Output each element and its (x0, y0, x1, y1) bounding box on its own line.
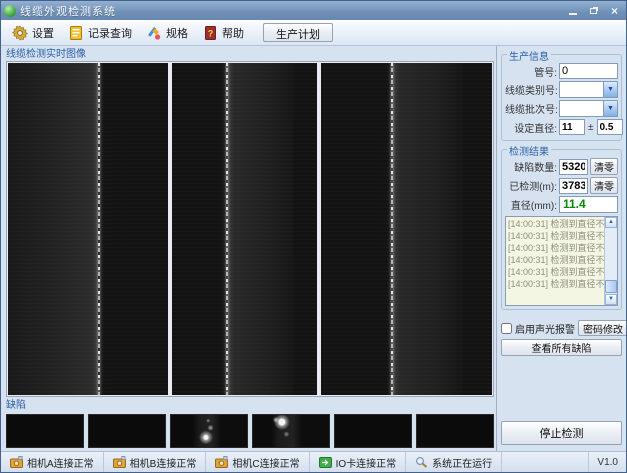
scroll-up-icon[interactable]: ▲ (605, 217, 617, 228)
camera-icon (113, 456, 126, 468)
status-bar: 相机A连接正常 相机B连接正常 相机C连接正常 IO卡连接正常 系统正在运行 V… (1, 451, 626, 472)
toolbar-item-help[interactable]: ? 帮助 (197, 23, 249, 43)
toolbar-item-settings[interactable]: 设置 (7, 23, 59, 43)
io-card-icon (319, 457, 332, 468)
live-view-label: 线缆检测实时图像 (6, 48, 494, 61)
stop-detection-button[interactable]: 停止检测 (501, 421, 622, 445)
defect-thumbnail[interactable] (334, 414, 412, 448)
status-label: 系统正在运行 (432, 455, 492, 470)
change-password-button[interactable]: 密码修改 (578, 320, 627, 336)
status-label: 相机A连接正常 (27, 455, 94, 470)
status-label: 相机B连接正常 (130, 455, 197, 470)
tube-number-input[interactable] (559, 63, 618, 79)
window-title: 线缆外观检测系统 (20, 3, 564, 19)
app-icon (4, 5, 16, 17)
defect-count-label: 缺陷数量: (505, 159, 557, 174)
svg-text:?: ? (208, 28, 214, 38)
help-book-icon: ? (202, 25, 218, 41)
detection-results-group: 检测结果 缺陷数量: 清零 已检测(m): 清零 直径(mm): 11.4 (501, 149, 622, 310)
chevron-down-icon[interactable]: ▼ (603, 82, 617, 97)
control-panel: 生产信息 管号: 线缆类别号: ▼ 线缆批次号: ▼ 设定直径: ± (496, 46, 626, 451)
toolbar-item-records[interactable]: 记录查询 (63, 23, 137, 43)
log-entry: [14:00:31] 检测到直径不合格 (508, 242, 602, 254)
defect-thumbnail[interactable] (170, 414, 248, 448)
cable-batch-label: 线缆批次号: (505, 101, 557, 116)
defect-thumbnail[interactable] (88, 414, 166, 448)
chevron-down-icon[interactable]: ▼ (603, 101, 617, 116)
status-system-running: 系统正在运行 (406, 452, 502, 472)
live-view-panel: 线缆检测实时图像 缺陷 (1, 46, 496, 451)
toolbar-label: 记录查询 (88, 25, 132, 41)
measured-length-input[interactable] (559, 178, 588, 194)
production-info-group: 生产信息 管号: 线缆类别号: ▼ 线缆批次号: ▼ 设定直径: ± (501, 54, 622, 141)
defect-strip-label: 缺陷 (6, 399, 494, 412)
log-entry: [14:00:31] 检测到直径不合格 (508, 266, 602, 278)
status-label: IO卡连接正常 (336, 455, 397, 470)
scroll-down-icon[interactable]: ▼ (605, 294, 617, 305)
measured-length-label: 已检测(m): (505, 178, 557, 193)
restore-button[interactable] (585, 4, 602, 17)
status-io-card: IO卡连接正常 (310, 452, 407, 472)
detection-results-title: 检测结果 (507, 143, 551, 158)
set-diameter-input[interactable] (559, 119, 585, 135)
log-entry: [14:00:31] 检测到直径不合格 (508, 278, 602, 290)
toolbar: 设置 记录查询 规格 ? 帮助 生产计划 (1, 20, 626, 46)
defect-thumbnail[interactable] (252, 414, 330, 448)
view-all-defects-button[interactable]: 查看所有缺陷 (501, 339, 622, 356)
gear-icon (12, 25, 28, 41)
magnifier-icon (415, 456, 428, 468)
production-info-title: 生产信息 (507, 48, 551, 63)
status-camera-b: 相机B连接正常 (104, 452, 207, 472)
production-plan-button[interactable]: 生产计划 (263, 23, 333, 42)
alarm-row: 启用声光报警 密码修改 (501, 320, 622, 336)
status-camera-a: 相机A连接正常 (1, 452, 104, 472)
camera-view-c (321, 63, 492, 395)
status-label: 相机C连接正常 (232, 455, 299, 470)
close-button[interactable]: × (606, 4, 623, 17)
diameter-value: 11.4 (559, 196, 618, 213)
set-diameter-label: 设定直径: (505, 120, 557, 135)
defect-thumbnail[interactable] (6, 414, 84, 448)
cable-category-select[interactable]: ▼ (559, 81, 618, 98)
camera-view-b (172, 63, 316, 395)
camera-image-area (6, 61, 494, 397)
clear-defect-count-button[interactable]: 清零 (590, 158, 618, 175)
clear-measured-length-button[interactable]: 清零 (590, 177, 618, 194)
camera-icon (10, 456, 23, 468)
toolbar-item-spec[interactable]: 规格 (141, 23, 193, 43)
log-entry: [14:00:31] 检测到直径不合格 (508, 254, 602, 266)
plus-minus-sign: ± (587, 122, 595, 133)
defect-thumbnail-strip (6, 414, 494, 448)
sound-light-alarm-label: 启用声光报警 (515, 321, 575, 336)
camera-view-a (8, 63, 168, 395)
cable-category-label: 线缆类别号: (505, 82, 557, 97)
scroll-thumb[interactable] (605, 280, 617, 293)
app-window: 线缆外观检测系统 × 设置 记录查询 规格 ? 帮助 生产计划 线缆检测实时 (0, 0, 627, 473)
toolbar-label: 规格 (166, 25, 188, 41)
title-bar[interactable]: 线缆外观检测系统 × (1, 1, 626, 20)
detection-log-list[interactable]: [14:00:31] 检测到直径不合格[14:00:31] 检测到直径不合格[1… (505, 216, 618, 306)
sound-light-alarm-checkbox[interactable] (501, 323, 512, 334)
tolerance-input[interactable] (597, 119, 623, 135)
version-label: V1.0 (588, 452, 626, 472)
log-scrollbar[interactable]: ▲▼ (604, 217, 617, 305)
log-entry: [14:00:31] 检测到直径不合格 (508, 230, 602, 242)
diameter-label: 直径(mm): (505, 197, 557, 212)
tag-icon (146, 25, 162, 41)
camera-icon (215, 456, 228, 468)
status-camera-c: 相机C连接正常 (206, 452, 309, 472)
cable-batch-select[interactable]: ▼ (559, 100, 618, 117)
defect-count-input[interactable] (559, 159, 588, 175)
defect-thumbnail[interactable] (416, 414, 494, 448)
log-entry: [14:00:31] 检测到直径不合格 (508, 218, 602, 230)
notebook-icon (68, 25, 84, 41)
toolbar-label: 设置 (32, 25, 54, 41)
toolbar-label: 帮助 (222, 25, 244, 41)
tube-number-label: 管号: (505, 64, 557, 79)
content-area: 线缆检测实时图像 缺陷 (1, 46, 626, 451)
minimize-button[interactable] (564, 4, 581, 17)
